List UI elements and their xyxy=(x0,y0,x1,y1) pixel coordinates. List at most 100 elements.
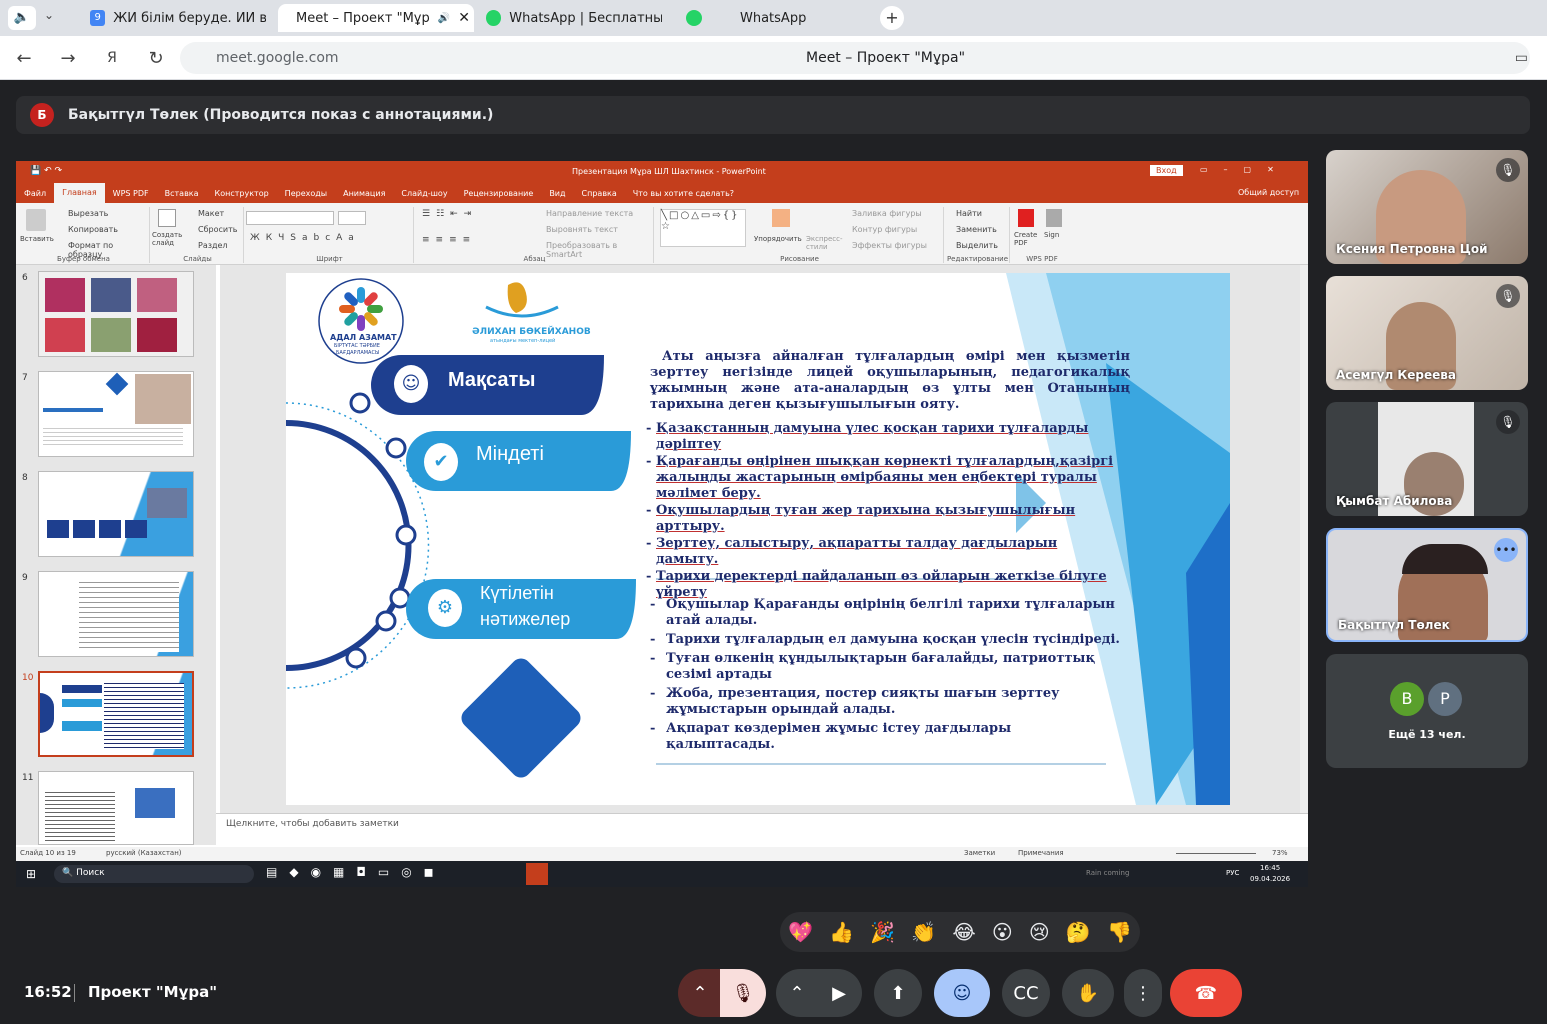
more-participants-tile[interactable]: В Р Ещё 13 чел. xyxy=(1326,654,1528,768)
reload-icon[interactable]: ↻ xyxy=(144,48,168,69)
sign-button[interactable]: Sign xyxy=(1044,231,1059,239)
end-call-button[interactable]: ☎ xyxy=(1170,969,1242,1017)
font-format-icons[interactable]: ЖКЧSabcAa xyxy=(250,233,360,243)
shape-outline-button[interactable]: Контур фигуры xyxy=(852,225,917,234)
slide-thumbnail-7[interactable] xyxy=(38,371,194,457)
tab-whatsapp-free[interactable]: WhatsApp | Бесплатный з xyxy=(476,4,672,32)
comments-toggle[interactable]: Примечания xyxy=(1018,849,1064,857)
list-icons[interactable]: ☰☷⇤⇥ xyxy=(422,209,477,219)
reaction-emoji[interactable]: 😂 xyxy=(952,920,975,944)
slide-thumbnail-8[interactable] xyxy=(38,471,194,557)
create-pdf-icon[interactable] xyxy=(1018,209,1034,227)
zoom-slider[interactable] xyxy=(1176,853,1256,854)
windows-start-icon[interactable]: ⊞ xyxy=(26,867,36,881)
back-icon[interactable]: ← xyxy=(12,48,36,69)
sign-icon[interactable] xyxy=(1046,209,1062,227)
reaction-emoji[interactable]: 👍 xyxy=(829,920,854,944)
paste-button[interactable]: Вставить xyxy=(20,235,54,243)
yandex-icon[interactable]: Я xyxy=(100,50,124,66)
layout-button[interactable]: Макет xyxy=(198,209,224,218)
more-options-button[interactable]: ⋮ xyxy=(1124,969,1162,1017)
slide-thumbnail-6[interactable] xyxy=(38,271,194,357)
participant-tile[interactable]: 🎙 Ксения Петровна Цой xyxy=(1326,150,1528,264)
font-size-select[interactable] xyxy=(338,211,366,225)
reaction-emoji[interactable]: 💖 xyxy=(788,920,813,944)
ppt-menu-item[interactable]: Переходы xyxy=(277,189,335,198)
input-language[interactable]: РУС xyxy=(1226,869,1239,877)
ppt-menu-item[interactable]: Вставка xyxy=(157,189,207,198)
align-icons[interactable]: ≡≡≡≡ xyxy=(422,235,476,245)
vertical-scrollbar[interactable] xyxy=(1300,265,1308,813)
slide-thumbnail-11[interactable] xyxy=(38,771,194,845)
ppt-menu-item[interactable]: Файл xyxy=(16,189,54,198)
participant-tile-active[interactable]: ••• Бақытгүл Төлек xyxy=(1326,528,1528,642)
ppt-menu-item[interactable]: Анимация xyxy=(335,189,393,198)
slide-thumbnail-9[interactable] xyxy=(38,571,194,657)
address-bar[interactable]: meet.google.com Meet – Проект "Мұра" ▭ xyxy=(180,42,1530,74)
reset-button[interactable]: Сбросить xyxy=(198,225,237,234)
window-controls[interactable]: ▭–▢✕ xyxy=(1200,165,1290,174)
paste-icon[interactable] xyxy=(26,209,46,231)
quick-styles-button[interactable]: Экспресс-стили xyxy=(806,235,846,251)
captions-button[interactable]: CC xyxy=(1002,969,1050,1017)
reaction-emoji[interactable]: 🤔 xyxy=(1066,920,1091,944)
taskbar-search[interactable]: 🔍 Поиск xyxy=(54,865,254,883)
close-icon[interactable]: ✕ xyxy=(458,10,470,26)
ppt-menu-item[interactable]: WPS PDF xyxy=(105,189,157,198)
slide-thumbnail-10[interactable] xyxy=(38,671,194,757)
camera-button[interactable]: ▶ xyxy=(816,969,862,1017)
arrange-icon[interactable] xyxy=(772,209,790,227)
mic-off-button[interactable]: 🎙 xyxy=(720,969,766,1017)
new-slide-icon[interactable] xyxy=(158,209,176,227)
find-button[interactable]: Найти xyxy=(956,209,982,218)
ppt-menu-item[interactable]: Главная xyxy=(54,183,105,203)
weather-widget[interactable]: Rain coming xyxy=(1086,869,1129,877)
font-name-select[interactable] xyxy=(246,211,334,225)
present-screen-button[interactable]: ⬆ xyxy=(874,969,922,1017)
audio-options-button[interactable]: ⌃ xyxy=(678,969,722,1017)
participant-tile[interactable]: 🎙 Асемгүл Кереева xyxy=(1326,276,1528,390)
slide-thumbnails-pane[interactable]: 6 7 8 9 10 11 xyxy=(16,265,216,845)
menu-icon[interactable]: ▭ xyxy=(1515,50,1528,66)
reactions-button[interactable]: ☺ xyxy=(934,969,990,1017)
create-pdf-button[interactable]: Create PDF xyxy=(1014,231,1042,247)
participant-tile[interactable]: 🎙 Қымбат Абилова xyxy=(1326,402,1528,516)
reaction-emoji[interactable]: 👏 xyxy=(911,920,936,944)
powerpoint-taskbar-icon[interactable] xyxy=(526,863,548,885)
login-button[interactable]: Вход xyxy=(1150,165,1183,176)
ppt-menu-item[interactable]: Конструктор xyxy=(207,189,277,198)
section-button[interactable]: Раздел xyxy=(198,241,228,250)
forward-icon[interactable]: → xyxy=(56,48,80,69)
reaction-emoji[interactable]: 🎉 xyxy=(870,920,895,944)
ppt-menu-item[interactable]: Вид xyxy=(541,189,573,198)
text-direction-button[interactable]: Направление текста xyxy=(546,209,633,218)
zoom-level[interactable]: 73% xyxy=(1272,849,1288,857)
ppt-menu-item[interactable]: Рецензирование xyxy=(456,189,542,198)
ppt-menu-item[interactable]: Слайд-шоу xyxy=(393,189,455,198)
shape-fill-button[interactable]: Заливка фигуры xyxy=(852,209,922,218)
share-button[interactable]: Общий доступ xyxy=(1238,188,1299,197)
tab-ai-education[interactable]: 9 ЖИ білім беруде. ИИ в об xyxy=(80,4,276,32)
tab-search-icon[interactable]: ⌄ xyxy=(44,8,54,22)
reaction-emoji[interactable]: 👎 xyxy=(1107,920,1132,944)
video-options-button[interactable]: ⌃ xyxy=(776,969,818,1017)
shapes-gallery[interactable]: ╲□○△▭⇨{}☆ xyxy=(660,209,746,247)
select-button[interactable]: Выделить xyxy=(956,241,998,250)
more-options-icon[interactable]: ••• xyxy=(1494,538,1518,562)
taskbar-apps[interactable]: ▤◆◉▦◘▭◎◼ xyxy=(266,865,446,879)
raise-hand-button[interactable]: ✋ xyxy=(1062,969,1114,1017)
shape-effects-button[interactable]: Эффекты фигуры xyxy=(852,241,927,250)
ppt-menu-item[interactable]: Справка xyxy=(574,189,625,198)
save-icon[interactable]: 💾 ↶ ↷ xyxy=(30,166,62,176)
reaction-emoji[interactable]: 😮 xyxy=(992,920,1013,944)
cut-button[interactable]: Вырезать xyxy=(68,209,108,218)
align-text-button[interactable]: Выровнять текст xyxy=(546,225,618,234)
notes-toggle[interactable]: Заметки xyxy=(964,849,995,857)
ppt-menu-item[interactable]: Что вы хотите сделать? xyxy=(625,189,742,198)
notes-pane[interactable]: Щелкните, чтобы добавить заметки xyxy=(216,813,1308,837)
tab-whatsapp[interactable]: WhatsApp xyxy=(676,4,872,32)
speaker-icon[interactable]: 🔈 xyxy=(8,6,36,30)
tab-meet[interactable]: Meet – Проект "Мұр 🔊 ✕ xyxy=(278,4,474,32)
new-tab-button[interactable]: + xyxy=(880,6,904,30)
slide-editor[interactable]: АДАЛ АЗАМАТ БІРТҰТАС ТӘРБИЕ БАҒДАРЛАМАСЫ… xyxy=(220,265,1308,813)
